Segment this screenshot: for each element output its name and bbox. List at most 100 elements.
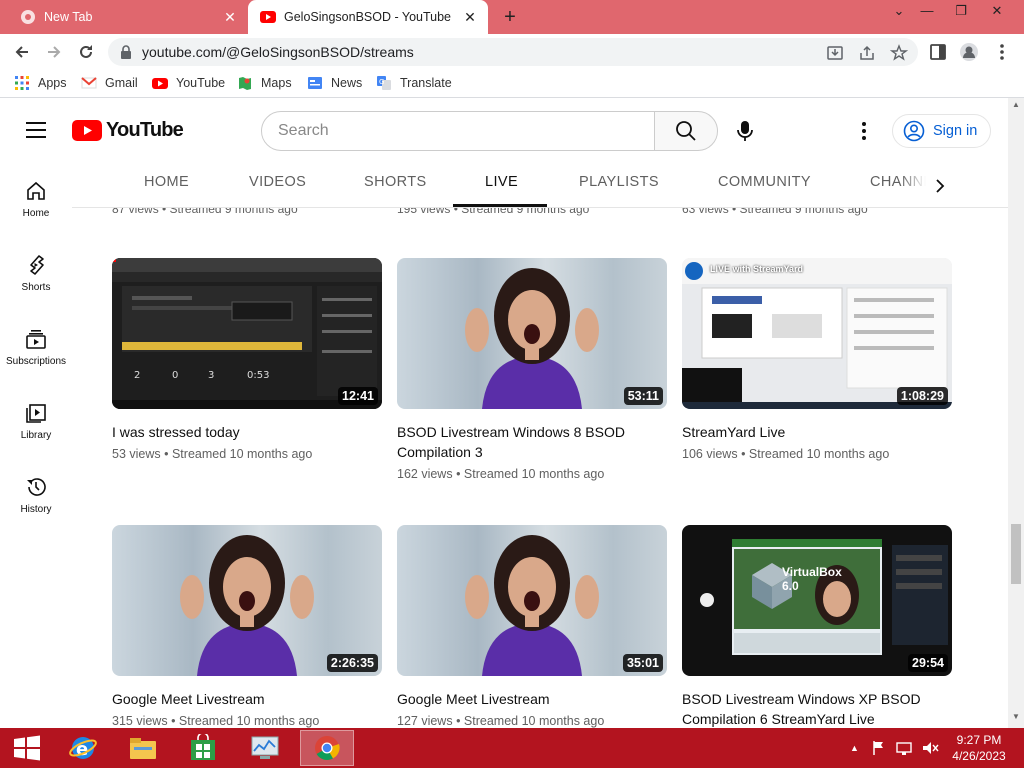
bookmark-youtube[interactable]: YouTube: [152, 75, 225, 91]
hamburger-menu-icon[interactable]: [26, 122, 46, 138]
home-icon: [27, 181, 45, 200]
video-title[interactable]: Google Meet Livestream: [397, 689, 667, 709]
sidebar-item-label: Home: [22, 208, 50, 219]
sign-in-button[interactable]: Sign in: [892, 114, 991, 148]
menu-kebab-icon[interactable]: [992, 42, 1012, 62]
sidebar-item-history[interactable]: History: [0, 476, 72, 536]
taskbar-file-explorer[interactable]: [116, 730, 170, 766]
folder-icon: [130, 738, 156, 759]
taskbar-internet-explorer[interactable]: e: [56, 730, 110, 766]
windows-logo-icon: [14, 735, 40, 761]
new-tab-button[interactable]: +: [498, 5, 522, 29]
video-card[interactable]: 2:26:35 Google Meet Livestream 315 views…: [112, 525, 382, 728]
close-icon[interactable]: ✕: [462, 9, 478, 25]
bookmark-label: Translate: [400, 76, 452, 90]
video-meta: 53 views • Streamed 10 months ago: [112, 447, 313, 461]
show-hidden-icons-icon[interactable]: ▲: [850, 743, 859, 753]
channel-tabs: HOME VIDEOS SHORTS LIVE PLAYLISTS COMMUN…: [0, 164, 1008, 208]
youtube-masthead: YouTube Search Sign in: [0, 98, 1008, 164]
tabs-scroll-right-button[interactable]: [926, 174, 954, 198]
thumbnail-caption: VirtualBox 6.0: [782, 565, 842, 593]
search-input[interactable]: Search: [261, 111, 655, 151]
video-card[interactable]: LIVE with StreamYard 1:08:29 StreamYard …: [682, 258, 952, 461]
profile-avatar-icon[interactable]: [959, 42, 979, 62]
video-title[interactable]: StreamYard Live: [682, 422, 952, 442]
star-icon[interactable]: [890, 44, 908, 62]
sidebar-item-shorts[interactable]: Shorts: [0, 254, 72, 314]
volume-muted-icon[interactable]: [921, 740, 939, 756]
sidebar-item-library[interactable]: Library: [0, 402, 72, 462]
minimize-button[interactable]: —: [910, 0, 944, 24]
lock-icon[interactable]: [120, 45, 132, 59]
video-thumbnail[interactable]: VirtualBox 6.0 29:54: [682, 525, 952, 676]
tab-live[interactable]: LIVE: [485, 174, 518, 190]
taskbar-chrome[interactable]: [300, 730, 354, 766]
sidebar-item-home[interactable]: Home: [0, 180, 72, 240]
sidebar-item-label: Library: [20, 430, 52, 441]
network-icon[interactable]: [895, 740, 913, 756]
back-button[interactable]: [10, 40, 34, 64]
settings-menu-button[interactable]: [854, 118, 874, 144]
system-clock[interactable]: 9:27 PM 4/26/2023: [944, 732, 1014, 764]
window-close-button[interactable]: ✕: [980, 0, 1014, 24]
install-app-icon[interactable]: [826, 44, 844, 62]
video-grid: 87 views • Streamed 9 months ago 195 vie…: [72, 208, 1008, 728]
video-card[interactable]: VirtualBox 6.0 29:54 BSOD Livestream Win…: [682, 525, 952, 728]
video-title[interactable]: BSOD Livestream Windows 8 BSOD Compilati…: [397, 422, 667, 462]
reload-button[interactable]: [74, 40, 98, 64]
taskbar-store[interactable]: [176, 730, 230, 766]
video-thumbnail[interactable]: 35:01: [397, 525, 667, 676]
video-thumbnail[interactable]: LIVE with StreamYard 1:08:29: [682, 258, 952, 409]
search-button[interactable]: [654, 111, 718, 151]
bookmark-label: Gmail: [105, 76, 138, 90]
bookmark-translate[interactable]: G Translate: [376, 75, 452, 91]
clock-time: 9:27 PM: [956, 733, 1002, 747]
svg-text:3: 3: [208, 370, 214, 381]
svg-text:0: 0: [172, 370, 178, 381]
tab-home[interactable]: HOME: [144, 174, 189, 190]
bookmark-gmail[interactable]: Gmail: [81, 75, 138, 91]
scroll-up-arrow-icon[interactable]: ▲: [1012, 100, 1020, 109]
tab-playlists[interactable]: PLAYLISTS: [579, 174, 659, 190]
video-card[interactable]: 2 0 3 0:53 12:41 I was stressed today 53…: [112, 258, 382, 461]
tab-shorts[interactable]: SHORTS: [364, 174, 427, 190]
taskbar-resource-monitor[interactable]: [238, 730, 292, 766]
share-icon[interactable]: [858, 44, 876, 62]
video-title[interactable]: BSOD Livestream Windows XP BSOD Compilat…: [682, 689, 952, 728]
video-thumbnail[interactable]: 53:11: [397, 258, 667, 409]
tab-videos[interactable]: VIDEOS: [249, 174, 306, 190]
previous-row-meta: 87 views • Streamed 9 months ago: [112, 208, 298, 216]
url-text[interactable]: youtube.com/@GeloSingsonBSOD/streams: [142, 44, 414, 60]
voice-search-button[interactable]: [732, 118, 758, 144]
video-thumbnail[interactable]: 2:26:35: [112, 525, 382, 676]
restore-button[interactable]: ❐: [944, 0, 978, 24]
scroll-down-arrow-icon[interactable]: ▼: [1012, 712, 1020, 721]
close-icon[interactable]: ✕: [222, 9, 238, 25]
bookmark-maps[interactable]: Maps: [237, 75, 292, 91]
video-thumbnail[interactable]: 2 0 3 0:53 12:41: [112, 258, 382, 409]
video-card[interactable]: 35:01 Google Meet Livestream 127 views •…: [397, 525, 667, 728]
youtube-logo[interactable]: YouTube: [72, 119, 184, 142]
tab-community[interactable]: COMMUNITY: [718, 174, 811, 190]
svg-text:2: 2: [134, 370, 140, 381]
bookmark-apps[interactable]: Apps: [14, 75, 67, 91]
sign-in-label: Sign in: [933, 123, 978, 139]
tab-youtube[interactable]: GeloSingsonBSOD - YouTube ✕: [248, 0, 488, 34]
view-count: 315 views: [112, 714, 168, 728]
video-title[interactable]: I was stressed today: [112, 422, 382, 442]
bookmark-news[interactable]: News: [307, 75, 362, 91]
sidebar-item-subscriptions[interactable]: Subscriptions: [0, 328, 72, 388]
video-title[interactable]: Google Meet Livestream: [112, 689, 382, 709]
tab-new-tab[interactable]: New Tab ✕: [8, 0, 248, 34]
page-scrollbar[interactable]: ▲ ▼: [1008, 98, 1024, 728]
start-button[interactable]: [0, 730, 54, 766]
side-panel-icon[interactable]: [928, 42, 948, 62]
forward-button[interactable]: [42, 40, 66, 64]
bookmark-label: Maps: [261, 76, 292, 90]
address-bar[interactable]: youtube.com/@GeloSingsonBSOD/streams: [108, 38, 918, 66]
scrollbar-thumb[interactable]: [1011, 524, 1021, 584]
search-placeholder: Search: [278, 122, 329, 139]
video-card[interactable]: 53:11 BSOD Livestream Windows 8 BSOD Com…: [397, 258, 667, 481]
action-center-flag-icon[interactable]: [871, 740, 887, 756]
browser-toolbar: youtube.com/@GeloSingsonBSOD/streams: [0, 34, 1024, 70]
